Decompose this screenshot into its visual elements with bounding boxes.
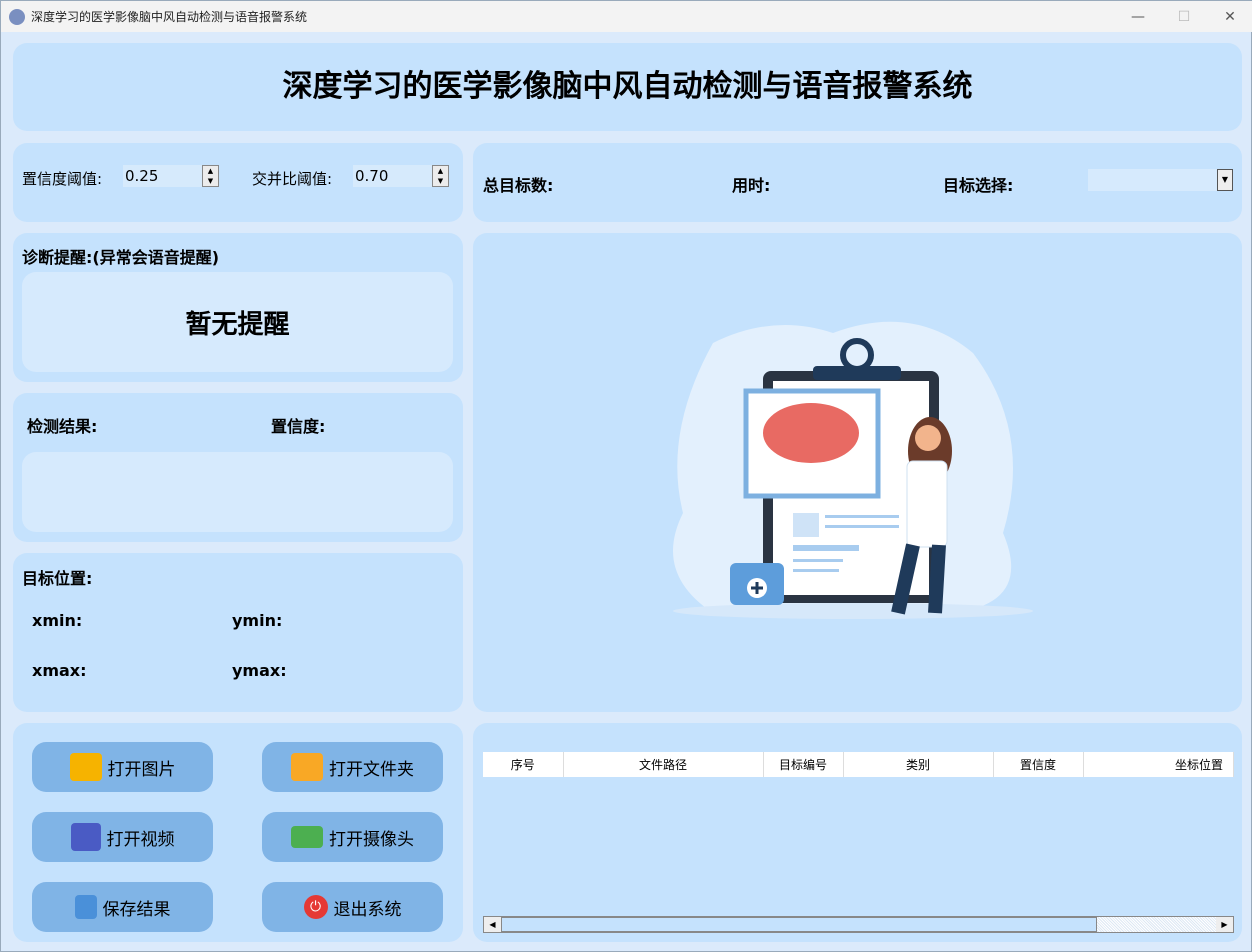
- table-header-row: 序号 文件路径 目标编号 类别 置信度 坐标位置: [483, 752, 1234, 777]
- scroll-left-icon[interactable]: ◀: [484, 917, 501, 932]
- save-label: 保存结果: [102, 899, 171, 920]
- horizontal-scrollbar[interactable]: ◀ ▶: [483, 916, 1234, 933]
- detection-result-label: 检测结果:: [27, 417, 98, 436]
- title-bar: 深度学习的医学影像脑中风自动检测与语音报警系统 — ☐ ✕: [1, 1, 1252, 32]
- result-panel: 检测结果: 置信度:: [13, 393, 463, 542]
- header-panel: 深度学习的医学影像脑中风自动检测与语音报警系统: [13, 43, 1242, 131]
- page-title: 深度学习的医学影像脑中风自动检测与语音报警系统: [282, 69, 973, 104]
- open-image-label: 打开图片: [107, 759, 176, 780]
- spin-arrows-icon[interactable]: ▲ ▼: [432, 165, 449, 187]
- iou-threshold-value[interactable]: 0.70: [355, 167, 388, 185]
- exit-button[interactable]: ⏻ 退出系统: [262, 882, 443, 932]
- actions-panel: 打开图片 打开文件夹 打开视频 打开摄像头 保存结果 ⏻ 退出系统: [13, 723, 463, 942]
- close-button[interactable]: ✕: [1207, 1, 1252, 32]
- minimize-button[interactable]: —: [1115, 1, 1161, 32]
- column-header[interactable]: 坐标位置: [1083, 752, 1234, 777]
- column-header[interactable]: 序号: [483, 752, 564, 777]
- open-image-button[interactable]: 打开图片: [32, 742, 213, 792]
- window-title: 深度学习的医学影像脑中风自动检测与语音报警系统: [31, 10, 308, 24]
- folder-icon: [291, 753, 323, 781]
- stats-panel: 总目标数: 用时: 目标选择: ▼: [473, 143, 1242, 222]
- xmin-label: xmin:: [32, 611, 83, 630]
- chevron-down-icon[interactable]: ▼: [1217, 169, 1233, 191]
- save-results-button[interactable]: 保存结果: [32, 882, 213, 932]
- image-icon: [69, 753, 102, 781]
- power-icon: ⏻: [303, 895, 328, 919]
- open-video-button[interactable]: 打开视频: [32, 812, 213, 862]
- camera-icon: [291, 826, 323, 848]
- scroll-right-icon[interactable]: ▶: [1216, 917, 1233, 932]
- scrollbar-thumb[interactable]: [501, 917, 1097, 932]
- position-panel: 目标位置: xmin: ymin: xmax: ymax:: [13, 553, 463, 712]
- open-camera-button[interactable]: 打开摄像头: [262, 812, 443, 862]
- spin-arrows-icon[interactable]: ▲ ▼: [202, 165, 219, 187]
- image-display-panel: [473, 233, 1242, 712]
- brain-app-icon: [9, 8, 25, 25]
- save-icon: [74, 895, 97, 919]
- time-label: 用时:: [732, 176, 771, 195]
- total-targets-label: 总目标数:: [483, 176, 554, 195]
- alert-panel: 诊断提醒:(异常会语音提醒) 暂无提醒: [13, 233, 463, 382]
- params-panel: 置信度阈值: 0.25 ▲ ▼ 交并比阈值: 0.70 ▲ ▼: [13, 143, 463, 222]
- alert-box: 暂无提醒: [22, 272, 453, 372]
- open-video-label: 打开视频: [106, 829, 175, 850]
- conf-threshold-label: 置信度阈值:: [22, 170, 103, 188]
- column-header[interactable]: 文件路径: [563, 752, 764, 777]
- open-folder-label: 打开文件夹: [329, 759, 414, 780]
- conf-threshold-value[interactable]: 0.25: [125, 167, 158, 185]
- column-header[interactable]: 置信度: [993, 752, 1084, 777]
- ymax-label: ymax:: [232, 661, 287, 680]
- iou-threshold-spinbox[interactable]: 0.70 ▲ ▼: [353, 165, 449, 187]
- target-select-dropdown[interactable]: ▼: [1088, 169, 1233, 191]
- maximize-button[interactable]: ☐: [1161, 1, 1207, 32]
- open-camera-label: 打开摄像头: [329, 829, 414, 850]
- iou-threshold-label: 交并比阈值:: [252, 170, 333, 188]
- confidence-label: 置信度:: [271, 417, 326, 436]
- video-icon: [70, 823, 101, 851]
- result-box: [22, 452, 453, 532]
- doctor-brain-illustration: [673, 321, 1033, 619]
- xmax-label: xmax:: [32, 661, 87, 680]
- column-header[interactable]: 目标编号: [763, 752, 844, 777]
- open-folder-button[interactable]: 打开文件夹: [262, 742, 443, 792]
- exit-label: 退出系统: [333, 899, 402, 920]
- conf-threshold-spinbox[interactable]: 0.25 ▲ ▼: [123, 165, 219, 187]
- ymin-label: ymin:: [232, 611, 283, 630]
- alert-title: 诊断提醒:(异常会语音提醒): [22, 248, 220, 267]
- results-table-panel: 序号 文件路径 目标编号 类别 置信度 坐标位置 ◀ ▶: [473, 723, 1242, 942]
- target-select-label: 目标选择:: [943, 176, 1014, 195]
- alert-message: 暂无提醒: [185, 309, 290, 340]
- results-table: 序号 文件路径 目标编号 类别 置信度 坐标位置: [483, 752, 1234, 777]
- position-title: 目标位置:: [22, 569, 93, 588]
- column-header[interactable]: 类别: [843, 752, 994, 777]
